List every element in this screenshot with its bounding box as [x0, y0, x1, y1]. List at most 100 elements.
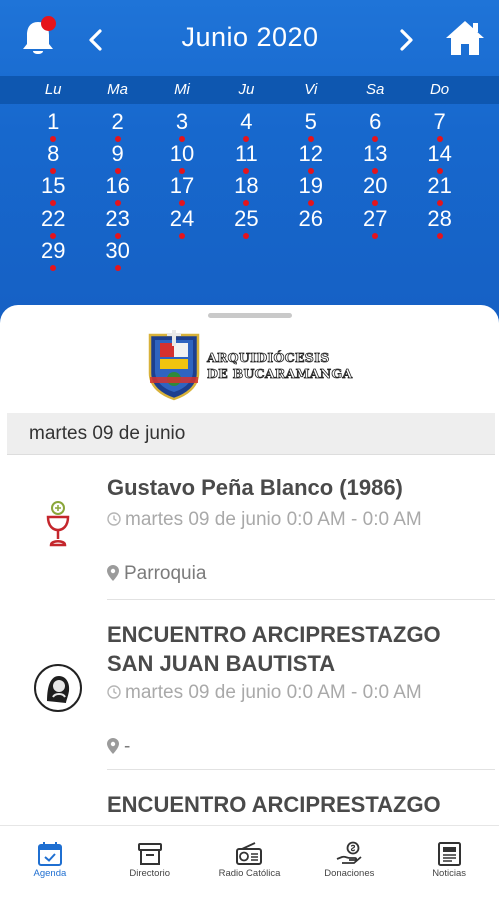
day-number: 11 — [234, 141, 258, 167]
calendar-day[interactable]: 9 — [85, 140, 149, 175]
calendar-day[interactable]: 6 — [343, 108, 407, 142]
calendar-day[interactable]: 14 — [407, 140, 471, 175]
day-number: 19 — [298, 173, 324, 199]
calendar-icon — [37, 842, 62, 866]
chevron-left-icon[interactable] — [82, 24, 110, 56]
location-pin-icon — [107, 738, 119, 754]
calendar-day[interactable]: 19 — [279, 172, 343, 207]
weekday-label: Mi — [174, 81, 190, 98]
calendar-day[interactable]: 4 — [214, 108, 278, 142]
calendar-day[interactable]: 26 — [279, 205, 343, 237]
event-time: martes 09 de junio 0:0 AM - 0:0 AM — [107, 680, 452, 705]
day-number: 21 — [427, 173, 452, 199]
day-number: 3 — [175, 109, 189, 134]
calendar-day[interactable]: 22 — [21, 205, 85, 239]
day-number: 30 — [105, 237, 130, 263]
tab-radio-catolica[interactable]: Radio Católica — [200, 826, 300, 900]
calendar-day[interactable]: 24 — [150, 205, 214, 239]
calendar-day[interactable]: 17 — [150, 172, 214, 207]
day-number: 24 — [169, 205, 195, 231]
events-sheet: ARQUIDIÓCESIS DE BUCARAMANGA martes 09 d… — [0, 305, 499, 825]
home-icon[interactable] — [444, 18, 486, 58]
notification-badge — [41, 16, 56, 31]
event-time-text: martes 09 de junio 0:0 AM - 0:0 AM — [125, 509, 422, 530]
event-item[interactable]: ENCUENTRO ARCIPRESTAZGO SAN JUAN BAUTIST… — [7, 600, 495, 770]
calendar-day[interactable]: 11 — [214, 140, 278, 175]
event-place: - — [107, 735, 130, 759]
calendar-day[interactable]: 18 — [214, 172, 278, 207]
tab-directorio[interactable]: Directorio — [100, 826, 200, 900]
event-title: ENCUENTRO ARCIPRESTAZGO — [107, 792, 441, 817]
weekday-label: Lu — [44, 81, 62, 98]
day-number: 7 — [433, 109, 446, 134]
event-title: ENCUENTRO ARCIPRESTAZGO SAN JUAN BAUTIST… — [107, 622, 441, 676]
weekday-label: Sa — [365, 81, 385, 98]
tab-agenda[interactable]: Agenda — [0, 826, 100, 900]
event-item[interactable]: ENCUENTRO ARCIPRESTAZGO — [7, 770, 495, 825]
calendar-day[interactable]: 20 — [343, 172, 407, 207]
calendar-day[interactable]: 23 — [85, 205, 149, 239]
weekday-label: Vi — [304, 81, 318, 98]
day-number: 20 — [362, 173, 388, 199]
month-title: Junio 2020 — [181, 22, 319, 52]
calendar-day[interactable]: 3 — [150, 108, 214, 142]
tab-donaciones[interactable]: Donaciones — [299, 826, 399, 900]
calendar-day[interactable]: 29 — [21, 237, 85, 271]
drag-handle[interactable] — [208, 313, 292, 318]
logo-line-1: ARQUIDIÓCESIS — [207, 350, 330, 366]
day-number: 8 — [47, 141, 60, 167]
calendar-day[interactable]: 8 — [21, 140, 85, 175]
weekday-header: Lu Ma Mi Ju Vi Sa Do — [0, 76, 499, 104]
event-time: martes 09 de junio 0:0 AM - 0:0 AM — [107, 507, 452, 532]
weekday-label: Ma — [107, 81, 128, 98]
calendar-day[interactable]: 7 — [407, 108, 471, 142]
day-number: 25 — [234, 205, 259, 231]
event-item[interactable]: Gustavo Peña Blanco (1986) martes 09 de … — [7, 455, 495, 600]
day-number: 23 — [105, 205, 130, 231]
event-title: Gustavo Peña Blanco (1986) — [107, 475, 403, 500]
day-number: 10 — [169, 141, 195, 167]
calendar-day[interactable]: 27 — [343, 205, 407, 239]
calendar-day[interactable]: 5 — [279, 108, 343, 142]
calendar-day[interactable]: 25 — [214, 205, 278, 239]
day-number: 29 — [40, 237, 66, 263]
calendar-day[interactable]: 21 — [407, 172, 471, 207]
day-number: 18 — [234, 173, 259, 199]
bottom-tab-bar: Agenda Directorio Radio Católica Donacio… — [0, 825, 499, 900]
location-pin-icon — [107, 565, 119, 581]
tab-label: Noticias — [432, 868, 466, 879]
event-place-text: - — [124, 736, 131, 757]
event-indicator-dot — [50, 264, 57, 271]
day-number: 27 — [362, 205, 388, 231]
clock-icon — [107, 512, 121, 526]
calendar-day[interactable]: 30 — [85, 237, 149, 271]
tab-noticias[interactable]: Noticias — [399, 826, 499, 900]
tab-label: Directorio — [129, 868, 171, 879]
calendar-day[interactable]: 28 — [407, 205, 471, 239]
event-place-text: Parroquia — [124, 563, 207, 584]
tab-label: Donaciones — [324, 868, 375, 879]
calendar-day[interactable]: 16 — [85, 172, 149, 207]
radio-icon — [236, 842, 263, 865]
calendar-day[interactable]: 15 — [21, 172, 85, 207]
donation-hand-icon — [336, 841, 362, 864]
day-number: 4 — [240, 109, 253, 134]
day-number: 9 — [111, 141, 124, 167]
calendar-day[interactable]: 2 — [85, 108, 149, 142]
event-indicator-dot — [114, 264, 121, 271]
chevron-right-icon[interactable] — [392, 24, 420, 56]
calendar-day[interactable]: 13 — [343, 140, 407, 175]
calendar-day[interactable]: 1 — [21, 108, 85, 142]
event-indicator-dot — [243, 232, 250, 239]
day-number: 28 — [427, 205, 452, 231]
day-number: 12 — [298, 141, 324, 167]
calendar-day[interactable]: 10 — [150, 140, 214, 175]
weekday-label: Ju — [238, 81, 255, 98]
calendar-day[interactable]: 12 — [279, 140, 343, 175]
calendar-header: Junio 2020 — [0, 0, 499, 76]
day-number: 13 — [362, 141, 388, 167]
tab-label: Radio Católica — [218, 868, 281, 879]
day-number: 2 — [111, 109, 124, 134]
day-number: 1 — [47, 109, 60, 134]
weekday-label: Do — [429, 81, 450, 98]
